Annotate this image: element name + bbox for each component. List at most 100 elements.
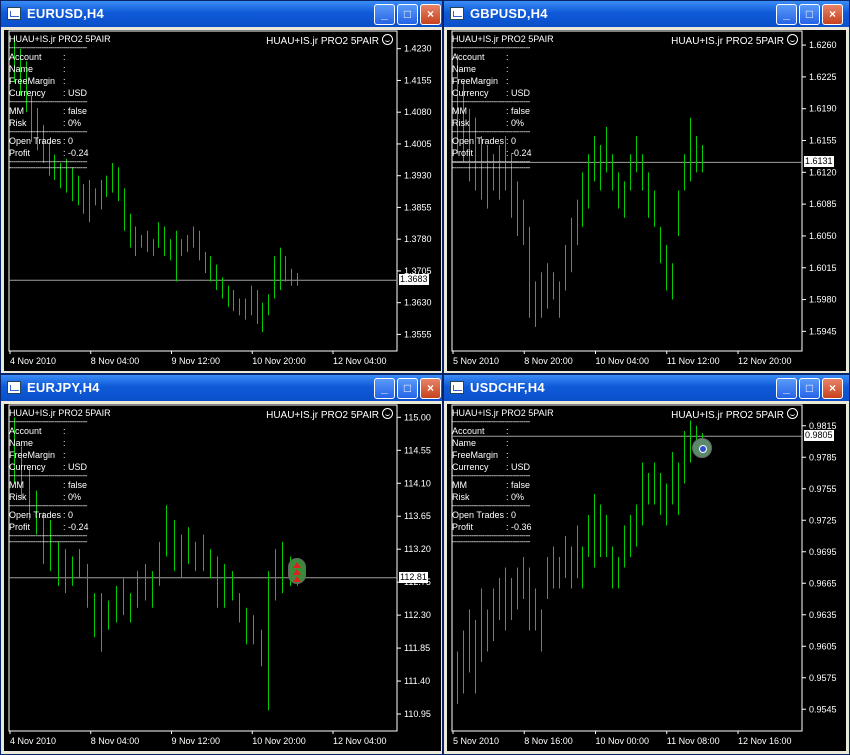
info-row-risk: Risk: 0% (452, 117, 554, 129)
time-axis-label: 10 Nov 20:00 (252, 356, 306, 366)
info-value: : USD (506, 88, 531, 98)
info-label: Account (452, 52, 485, 62)
info-row-mm: MM: false (452, 479, 554, 491)
price-axis-label: 1.6120 (809, 167, 837, 177)
ea-name: HUAU+IS.jr PRO2 5PAIR (671, 36, 784, 47)
expert-advisor-label[interactable]: HUAU+IS.jr PRO2 5PAIR (671, 34, 798, 47)
info-label: Risk (452, 118, 470, 128)
chart-window-eurusd[interactable]: EURUSD,H4 _ □ × 1.4230 1.4155 1.4080 1.4005… (0, 0, 443, 374)
price-axis-label: 0.9695 (809, 547, 837, 557)
price-axis-label: 1.4005 (404, 139, 432, 149)
minimize-button[interactable]: _ (776, 378, 797, 399)
info-row-name: Name: (452, 437, 554, 449)
info-label: FreeMargin (9, 450, 56, 460)
close-button[interactable]: × (822, 4, 843, 25)
info-label: Open Trades (9, 510, 62, 520)
separator: ------------------------------------ (9, 165, 87, 171)
price-axis-label: 1.5945 (809, 326, 837, 336)
chart-window-eurjpy[interactable]: EURJPY,H4 _ □ × 115.00 114.55 114.10 113.65… (0, 374, 443, 755)
arrow-up-icon (293, 568, 301, 575)
price-axis-label: 0.9575 (809, 673, 837, 683)
buy-arrow-icon[interactable] (288, 557, 306, 584)
close-button[interactable]: × (420, 378, 441, 399)
price-axis-label: 1.6225 (809, 72, 837, 82)
chart-window-icon (450, 381, 464, 394)
info-row-risk: Risk: 0% (9, 491, 111, 503)
titlebar[interactable]: GBPUSD,H4 _ □ × (444, 1, 849, 27)
price-axis-label: 1.6050 (809, 231, 837, 241)
info-row-mm: MM: false (9, 105, 111, 117)
smiley-icon (787, 408, 798, 419)
price-axis-label: 1.4080 (404, 107, 432, 117)
info-row-name: Name: (452, 63, 554, 75)
info-label: Open Trades (9, 136, 62, 146)
maximize-button[interactable]: □ (397, 378, 418, 399)
info-label: Currency (452, 88, 489, 98)
time-axis-label: 12 Nov 04:00 (333, 356, 387, 366)
maximize-button[interactable]: □ (799, 4, 820, 25)
info-value: : false (63, 106, 88, 116)
info-value: : (506, 52, 509, 62)
time-axis-label: 11 Nov 12:00 (667, 356, 720, 366)
expert-advisor-label[interactable]: HUAU+IS.jr PRO2 5PAIR (671, 408, 798, 421)
info-row-open-trades: Open Trades: 0 (452, 509, 554, 521)
price-chart[interactable]: 0.9815 0.9785 0.9755 0.9725 0.9695 0.9665 0.96… (447, 404, 846, 751)
chart-window-gbpusd[interactable]: GBPUSD,H4 _ □ × 1.6260 1.6225 1.6190 1.6155… (443, 0, 850, 374)
price-axis-label: 1.4155 (404, 75, 432, 85)
price-axis-label: 1.6190 (809, 104, 837, 114)
ea-name: HUAU+IS.jr PRO2 5PAIR (266, 410, 379, 421)
price-axis-label: 1.6085 (809, 199, 837, 209)
time-axis-label: 8 Nov 04:00 (91, 356, 140, 366)
info-row-open-trades: Open Trades: 0 (452, 135, 554, 147)
info-row-name: Name: (9, 437, 111, 449)
titlebar[interactable]: EURJPY,H4 _ □ × (1, 375, 442, 401)
info-row-currency: Currency: USD (9, 87, 111, 99)
info-row-name: Name: (9, 63, 111, 75)
minimize-button[interactable]: _ (374, 378, 395, 399)
price-chart[interactable]: 1.6260 1.6225 1.6190 1.6155 1.6120 1.6085 1.60… (447, 30, 846, 371)
maximize-button[interactable]: □ (397, 4, 418, 25)
info-label: Account (452, 426, 485, 436)
close-button[interactable]: × (420, 4, 441, 25)
titlebar[interactable]: USDCHF,H4 _ □ × (444, 375, 849, 401)
arrow-up-icon (293, 575, 301, 582)
expert-advisor-label[interactable]: HUAU+IS.jr PRO2 5PAIR (266, 408, 393, 421)
info-label: Currency (452, 462, 489, 472)
time-axis-label: 5 Nov 2010 (453, 356, 499, 366)
info-row-account: Account: (9, 51, 111, 63)
ea-title: HUAU+IS.jr PRO2 5PAIR (452, 408, 554, 418)
price-axis-label: 115.00 (404, 412, 431, 422)
price-axis-label: 112.30 (404, 610, 431, 620)
expert-advisor-label[interactable]: HUAU+IS.jr PRO2 5PAIR (266, 34, 393, 47)
price-axis-label: 114.10 (404, 478, 431, 488)
info-label: Name (452, 438, 477, 448)
time-axis-label: 8 Nov 04:00 (91, 736, 140, 746)
maximize-button[interactable]: □ (799, 378, 820, 399)
price-axis-label: 0.9635 (809, 610, 837, 620)
price-axis-label: 1.3780 (404, 234, 432, 244)
time-axis-label: 11 Nov 08:00 (667, 736, 720, 746)
window-title: GBPUSD,H4 (470, 6, 548, 21)
chart-window-usdchf[interactable]: USDCHF,H4 _ □ × 0.9815 0.9785 0.9755 0.9725… (443, 374, 850, 755)
time-axis-label: 9 Nov 12:00 (172, 736, 221, 746)
info-value: : (506, 438, 509, 448)
minimize-button[interactable]: _ (776, 4, 797, 25)
info-label: Name (9, 438, 34, 448)
time-axis-label: 12 Nov 16:00 (738, 736, 792, 746)
info-row-risk: Risk: 0% (9, 117, 111, 129)
price-axis-label: 1.6260 (809, 40, 837, 50)
price-axis-label: 1.6155 (809, 136, 837, 146)
price-axis-label: 114.55 (404, 445, 431, 455)
titlebar[interactable]: EURUSD,H4 _ □ × (1, 1, 442, 27)
info-value: : USD (63, 462, 88, 472)
smiley-icon (382, 34, 393, 45)
price-chart[interactable]: 1.4230 1.4155 1.4080 1.4005 1.3930 1.3855 1.37… (4, 30, 441, 371)
info-value: : (63, 438, 66, 448)
info-value: : USD (63, 88, 88, 98)
info-value: : (63, 426, 66, 436)
price-chart[interactable]: 115.00114.55114.10113.65113.20112.75112.… (4, 404, 441, 751)
info-row-currency: Currency: USD (452, 461, 554, 473)
minimize-button[interactable]: _ (374, 4, 395, 25)
close-button[interactable]: × (822, 378, 843, 399)
info-row-profit: Profit: -0.36 (452, 521, 554, 533)
